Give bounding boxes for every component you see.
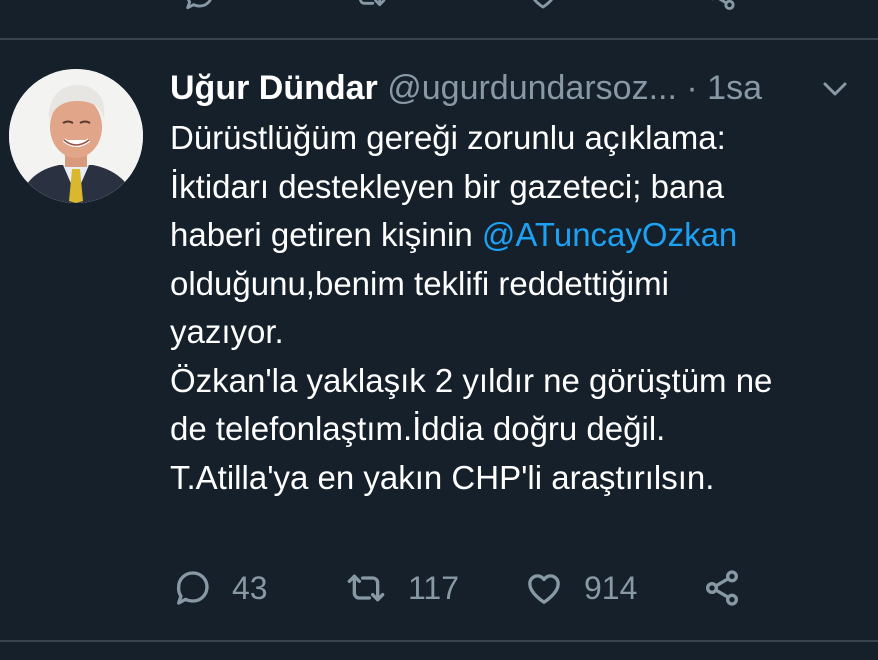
previous-reply-button[interactable] (182, 0, 216, 17)
tweet-actions: 43 117 914 (170, 560, 810, 616)
tweet-text-line: İktidarı destekleyen bir gazeteci; bana (170, 167, 724, 205)
tweet-text-line: yazıyor. (170, 313, 284, 350)
time-separator: · (686, 69, 698, 107)
heart-icon (533, 0, 553, 9)
retweet-icon (359, 0, 386, 7)
share-button[interactable] (702, 560, 742, 616)
author-name[interactable]: Uğur Dündar (170, 69, 378, 107)
tweet-time[interactable]: 1sa (707, 69, 762, 107)
tweet-text-line: Dürüstlüğüm gereği zorunlu açıklama: (170, 119, 726, 156)
tweet-text: Dürüstlüğüm gereği zorunlu açıklama: İkt… (170, 114, 860, 502)
reply-icon (186, 0, 212, 10)
like-count: 914 (584, 569, 638, 606)
mention-link[interactable]: @ATuncayOzkan (482, 216, 737, 253)
tweet-header: Uğur Dündar @ugurdundarsoz... · 1sa (170, 66, 810, 110)
tweet-text-line: haberi getiren kişinin @ATuncayOzkan (170, 211, 860, 260)
heart-icon (528, 574, 560, 604)
share-icon (706, 570, 738, 606)
retweet-count: 117 (408, 569, 460, 606)
share-icon (711, 0, 735, 11)
author-handle[interactable]: @ugurdundarsoz... (387, 69, 677, 107)
tweet-divider-top (0, 38, 878, 40)
profile-photo-icon (9, 69, 143, 203)
previous-retweet-button[interactable] (352, 0, 388, 17)
avatar[interactable] (9, 69, 143, 203)
retweet-icon (347, 574, 385, 602)
previous-tweet-actions (170, 0, 810, 18)
tweet-text-line: T.Atilla'ya en yakın CHP'li araştırılsın… (170, 458, 715, 496)
tweet-text-line: de telefonlaştım.İddia doğru değil. (170, 410, 666, 447)
tweet-text-line: olduğunu,benim teklifi reddettiğimi (170, 264, 669, 302)
tweet-divider-bottom (0, 640, 878, 642)
previous-share-button[interactable] (704, 0, 738, 17)
tweet-text-line: Özkan'la yaklaşık 2 yıldır ne görüştüm n… (170, 361, 773, 399)
tweet-text-segment: haberi getiren kişinin (170, 216, 482, 253)
previous-like-button[interactable] (526, 0, 560, 17)
chevron-down-icon (823, 82, 847, 96)
timeline: Uğur Dündar @ugurdundarsoz... · 1sa Dürü… (0, 0, 878, 660)
reply-count: 43 (232, 569, 268, 606)
retweet-button[interactable]: 117 (344, 560, 459, 616)
reply-icon (176, 571, 209, 605)
like-button[interactable]: 914 (524, 560, 637, 616)
tweet-menu-button[interactable] (820, 78, 850, 100)
reply-button[interactable]: 43 (172, 560, 268, 616)
